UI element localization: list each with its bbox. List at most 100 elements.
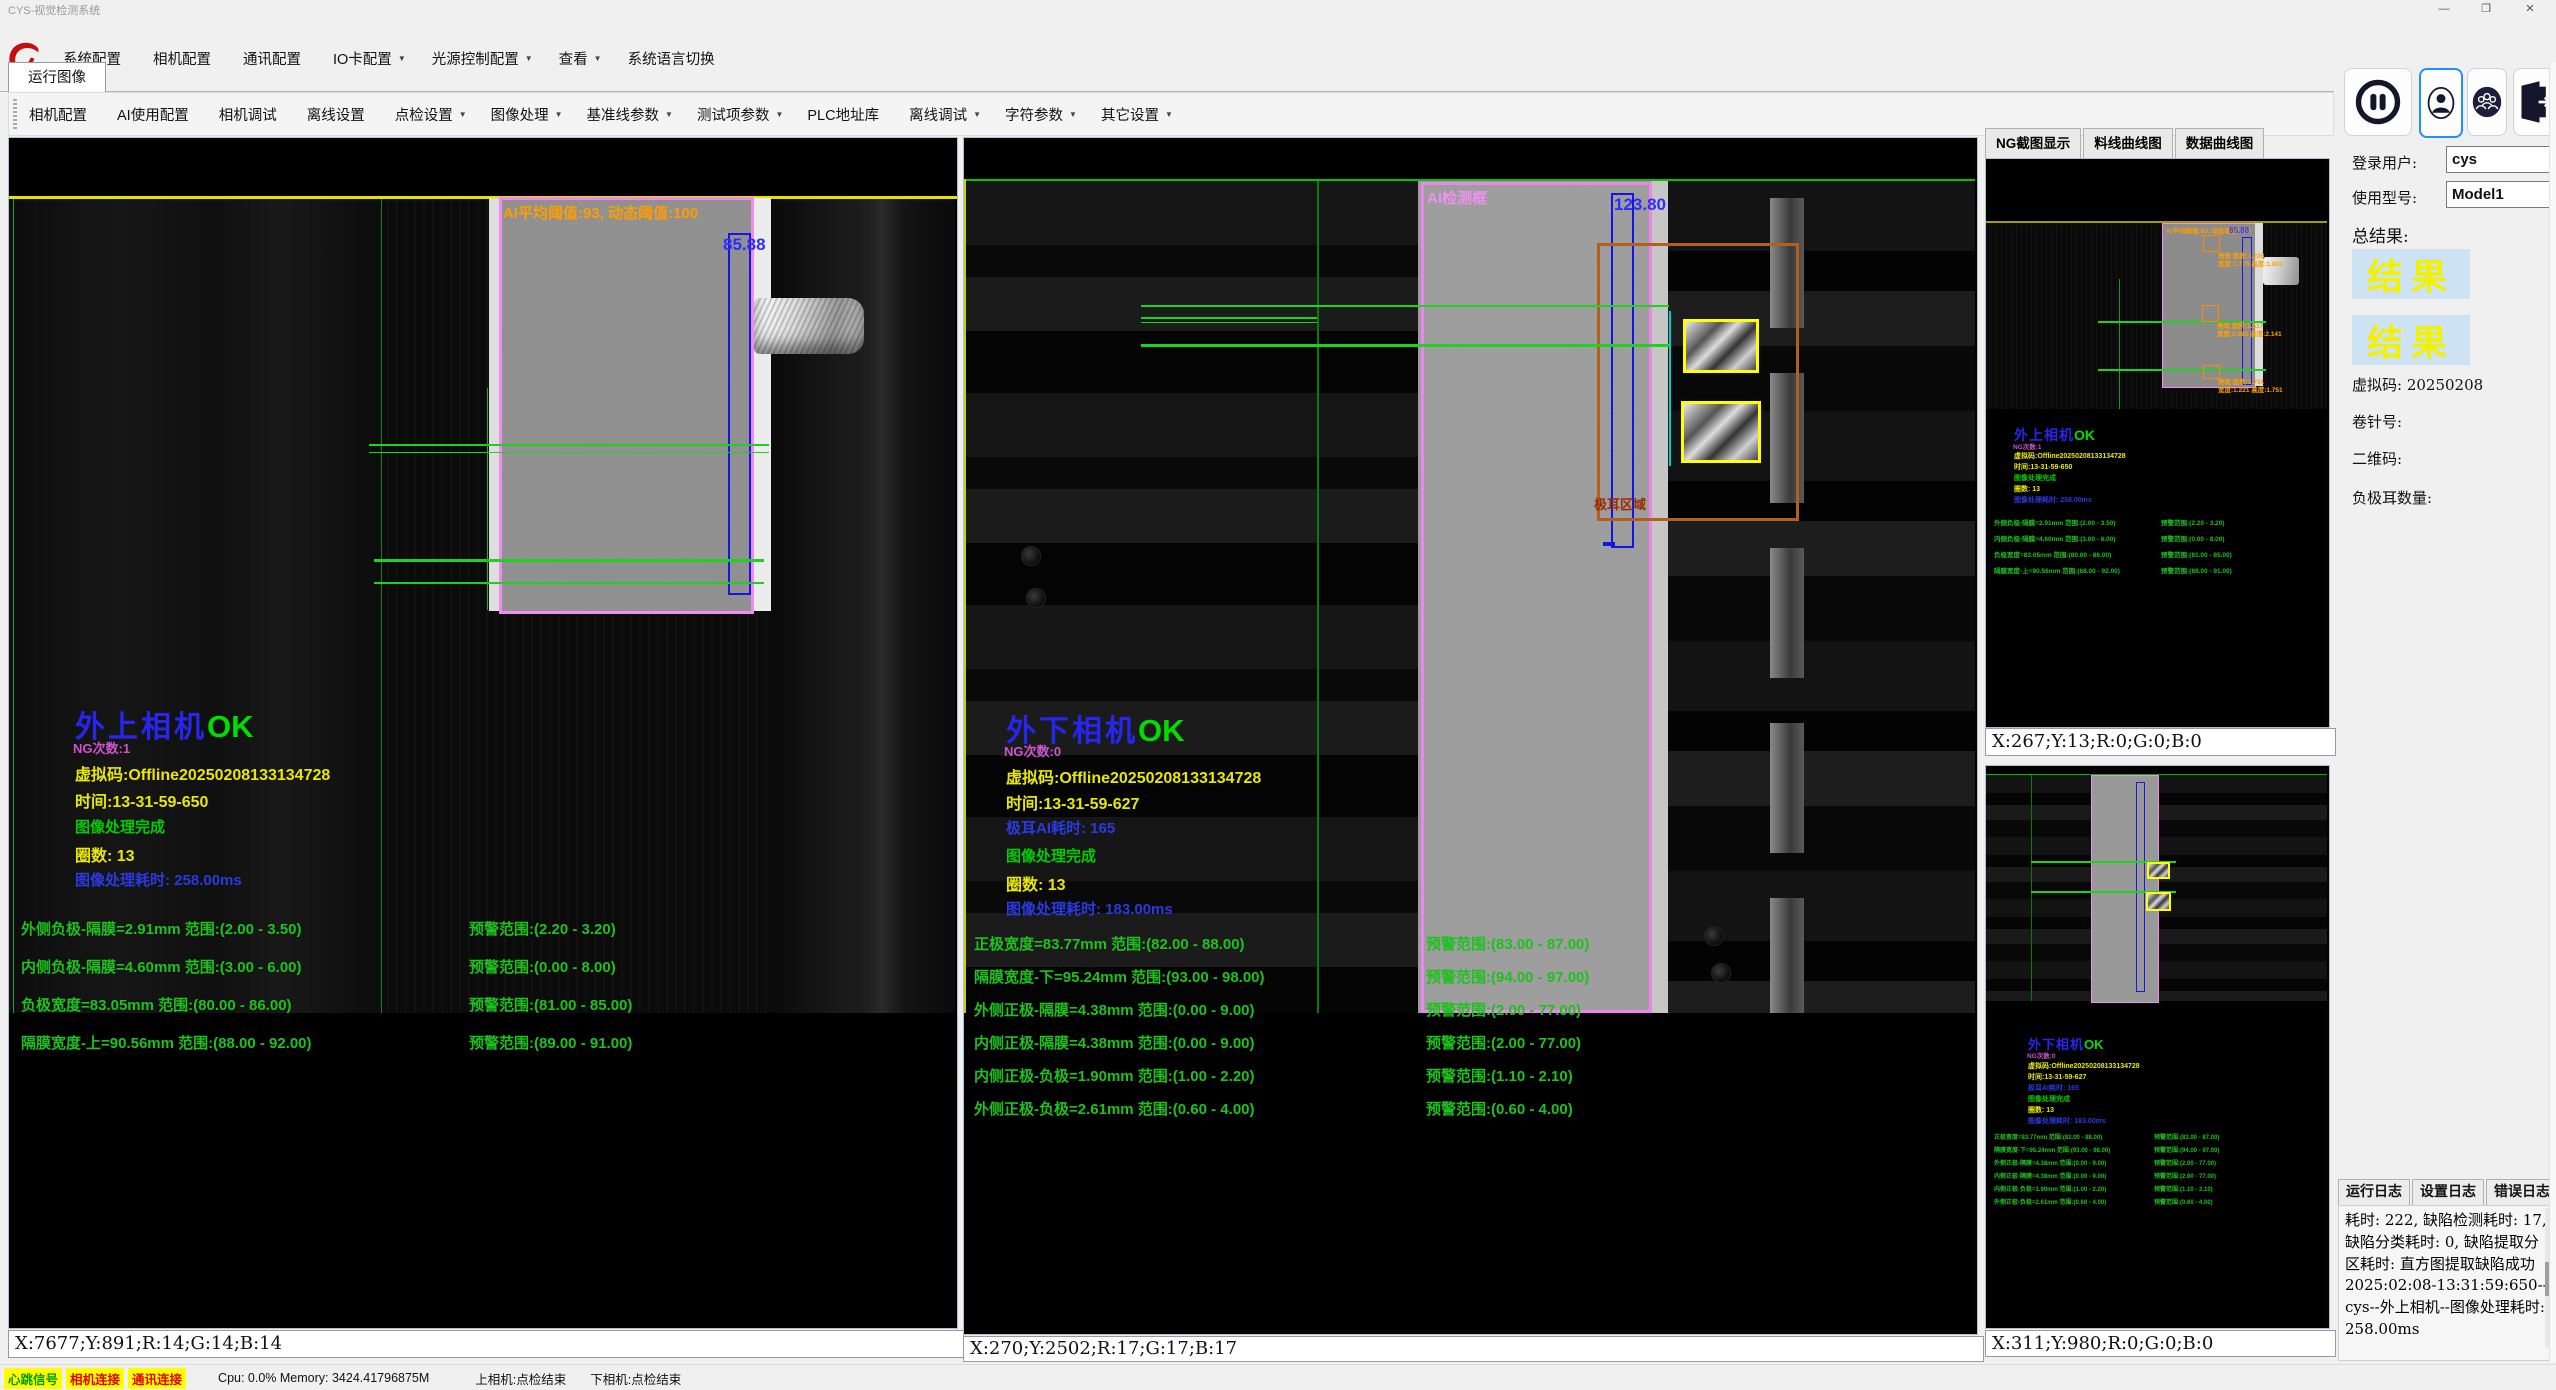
log-tab[interactable]: 运行日志: [2338, 1179, 2410, 1205]
tab-region-label: 极耳区域: [1594, 494, 1646, 513]
menu-item[interactable]: 查看 ▼: [546, 48, 615, 69]
ai-elapsed: 极耳AI耗时: 165: [1006, 817, 1115, 838]
ng-preview-lower-status: X:311;Y:980;R:0;G:0;B:0: [1985, 1330, 2336, 1357]
tab-region-box: [1597, 243, 1799, 521]
sidebar-scrollbar[interactable]: [2549, 62, 2556, 1362]
menu-bar: 系统配置 相机配置 通讯配置 IO卡配置 ▼: [0, 18, 2556, 62]
loop-count: 圈数: 13: [1006, 871, 1066, 895]
result-badge-upper: 结果: [2352, 249, 2470, 299]
preview-tab[interactable]: 数据曲线图: [2175, 128, 2265, 158]
run-log-text[interactable]: 耗时: 222, 缺陷检测耗时: 17, 缺陷分类耗时: 0, 缺陷提取分区耗时…: [2338, 1205, 2554, 1361]
menu-item[interactable]: 相机配置: [140, 48, 230, 69]
toolbar-item[interactable]: 测试项参数 ▼: [685, 104, 795, 125]
comm-link-chip: 通讯连接: [128, 1368, 186, 1389]
menu-item[interactable]: 通讯配置: [230, 48, 320, 69]
process-elapsed: 图像处理耗时: 183.00ms: [1006, 898, 1173, 919]
process-done: 图像处理完成: [1006, 845, 1096, 866]
minimize-button[interactable]: —: [2424, 0, 2464, 18]
tab-metal-part: [754, 298, 864, 354]
tab-detect-box-1: [1683, 319, 1759, 373]
exit-icon: [2517, 75, 2553, 129]
measurement-row: 外侧正极-隔膜=4.38mm 范围:(0.00 - 9.00) 预警范围:(2.…: [974, 999, 1954, 1032]
lower-camera-check-status: 下相机:点检结束: [590, 1369, 681, 1388]
preview-tab[interactable]: 料线曲线图: [2083, 128, 2173, 158]
upper-camera-check-status: 上相机:点检结束: [475, 1369, 566, 1388]
users-icon: [2471, 75, 2503, 129]
ng-preview-lower[interactable]: 外下相机OK NG次数:0 虚拟码:Offline202502081331347…: [1985, 765, 2330, 1329]
maximize-button[interactable]: ❐: [2466, 0, 2506, 18]
toolbar-item[interactable]: 点检设置 ▼: [383, 104, 479, 125]
close-button[interactable]: ✕: [2510, 0, 2550, 18]
heartbeat-chip: 心跳信号: [4, 1368, 62, 1389]
ng-preview-upper-status: X:267;Y:13;R:0;G:0;B:0: [1985, 728, 2336, 756]
process-elapsed: 图像处理耗时: 258.00ms: [75, 869, 242, 890]
measurement-row: 负极宽度=83.05mm 范围:(80.00 - 86.00) 预警范围:(81…: [21, 994, 921, 1032]
log-tab[interactable]: 设置日志: [2412, 1179, 2484, 1205]
lower-camera-view[interactable]: AI检测框 123.80 极耳区域 外下相机OK NG次数:0 虚拟码:Offl…: [963, 137, 1978, 1335]
upper-camera-cursor-status: X:7677;Y:891;R:14;G:14;B:14: [8, 1330, 964, 1358]
process-done: 图像处理完成: [75, 816, 165, 837]
capture-time: 时间:13-31-59-627: [1006, 790, 1139, 814]
tab-detect-box: [2147, 862, 2170, 879]
cpu-memory-status: Cpu: 0.0% Memory: 3424.41796875M: [218, 1371, 429, 1385]
virtual-code: 虚拟码:Offline20250208133134728: [75, 761, 330, 785]
toolbar-item[interactable]: 离线调试 ▼: [897, 104, 993, 125]
toolbar-item[interactable]: 相机配置: [17, 104, 105, 125]
toolbar-item[interactable]: PLC地址库: [795, 104, 897, 125]
chevron-down-icon: ▼: [665, 110, 673, 119]
chevron-down-icon: ▼: [1165, 110, 1173, 119]
toolbar-item[interactable]: 离线设置: [295, 104, 383, 125]
measure-box-blue: [728, 233, 751, 595]
toolbar-item[interactable]: 字符参数 ▼: [993, 104, 1089, 125]
model-field[interactable]: Model1: [2446, 181, 2556, 208]
defect-mark: [2203, 235, 2220, 252]
user-manage-button[interactable]: [2467, 68, 2507, 136]
loop-count: 圈数: 13: [75, 842, 135, 866]
toolbar-item[interactable]: 相机调试: [207, 104, 295, 125]
title-bar: CYS-视觉检测系统 — ❐ ✕: [0, 0, 2556, 18]
toolbar-item[interactable]: 图像处理 ▼: [479, 104, 575, 125]
pause-button[interactable]: [2344, 68, 2412, 136]
negative-tab-count-label: 负极耳数量:: [2352, 487, 2432, 508]
menu-item[interactable]: 系统语言切换: [615, 48, 734, 69]
measurement-row: 内侧正极-负极=1.90mm 范围:(1.00 - 2.20) 预警范围:(1.…: [974, 1065, 1954, 1098]
chevron-down-icon: ▼: [459, 110, 467, 119]
measurement-row: 隔膜宽度-下=95.24mm 范围:(93.00 - 98.00) 预警范围:(…: [974, 966, 1954, 999]
camera-link-chip: 相机连接: [66, 1368, 124, 1389]
chevron-down-icon: ▼: [973, 110, 981, 119]
ng-count: NG次数:0: [1004, 741, 1061, 760]
toolbar-item[interactable]: 基准线参数 ▼: [575, 104, 685, 125]
defect-annotation: 亮斑 面积:1.517宽度:0.885 高度:2.141: [2217, 323, 2282, 339]
bolt: [1026, 588, 1046, 608]
window-title: CYS-视觉检测系统: [8, 2, 100, 18]
chevron-down-icon: ▼: [775, 110, 783, 119]
blue-measure-value: 123.80: [1614, 195, 1666, 215]
log-tab[interactable]: 错误日志: [2486, 1179, 2556, 1205]
login-user-field[interactable]: cys: [2446, 146, 2556, 173]
result-badge-lower: 结果: [2352, 315, 2470, 365]
defect-mark: [2202, 305, 2219, 322]
preview-tabs: NG截图显示 料线曲线图 数据曲线图: [1985, 127, 2266, 158]
chevron-down-icon: ▼: [594, 54, 602, 63]
ng-preview-upper[interactable]: AI平均阈值:93, 动态阈值:100 85.88 亮斑 面积:1.228宽度:…: [1985, 158, 2330, 728]
pause-icon: [2352, 76, 2404, 128]
tab-detect-box-2: [1681, 401, 1761, 463]
tab-detect-box: [2146, 892, 2171, 911]
menu-item[interactable]: IO卡配置 ▼: [320, 48, 419, 69]
virtual-code-value: 虚拟码: 20250208: [2352, 374, 2483, 395]
edge-line-green: [381, 199, 382, 1013]
measurement-row: 内侧负极-隔膜=4.60mm 范围:(3.00 - 6.00) 预警范围:(0.…: [21, 956, 921, 994]
status-bar: 心跳信号 相机连接 通讯连接 Cpu: 0.0% Memory: 3424.41…: [0, 1364, 2556, 1390]
upper-camera-view[interactable]: AI平均阈值:93, 动态阈值:100 85.88 外上相机OK NG次数:1 …: [8, 137, 958, 1329]
defect-annotation: 亮斑 面积:1.228宽度:1.775 高度:1.801: [2218, 253, 2283, 269]
tab-run-image[interactable]: 运行图像: [8, 62, 106, 93]
toolbar-item[interactable]: 其它设置 ▼: [1089, 104, 1185, 125]
menu-item[interactable]: 光源控制配置 ▼: [419, 48, 546, 69]
preview-tab[interactable]: NG截图显示: [1985, 128, 2081, 158]
chevron-down-icon: ▼: [525, 54, 533, 63]
app-window: CYS-视觉检测系统 — ❐ ✕ 系统配置 相机配置: [0, 0, 2556, 1390]
toolbar-item[interactable]: AI使用配置: [105, 104, 207, 125]
chevron-down-icon: ▼: [1069, 110, 1077, 119]
user-login-button[interactable]: [2419, 68, 2463, 138]
chevron-down-icon: ▼: [555, 110, 563, 119]
